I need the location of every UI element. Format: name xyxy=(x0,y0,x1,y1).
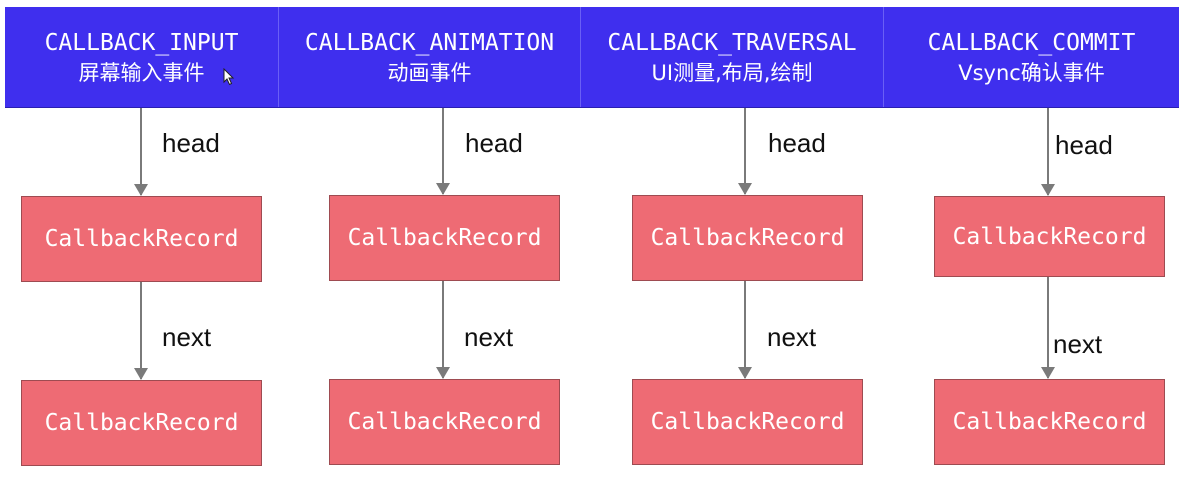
callback-record-node: CallbackRecord xyxy=(21,380,262,466)
next-label: next xyxy=(464,322,514,352)
head-label: head xyxy=(465,128,523,158)
next-label: next xyxy=(1053,329,1103,359)
head-label: head xyxy=(768,128,826,158)
next-label: next xyxy=(162,322,212,352)
callback-record-node: CallbackRecord xyxy=(934,379,1165,465)
head-label: head xyxy=(1055,130,1113,160)
callback-record-node: CallbackRecord xyxy=(632,379,863,465)
callback-record-node: CallbackRecord xyxy=(329,195,560,281)
head-label: head xyxy=(162,128,220,158)
callback-record-node: CallbackRecord xyxy=(329,379,560,465)
callback-record-node: CallbackRecord xyxy=(21,196,262,282)
next-label: next xyxy=(767,322,817,352)
callback-record-node: CallbackRecord xyxy=(934,196,1165,277)
callback-record-node: CallbackRecord xyxy=(632,195,863,281)
